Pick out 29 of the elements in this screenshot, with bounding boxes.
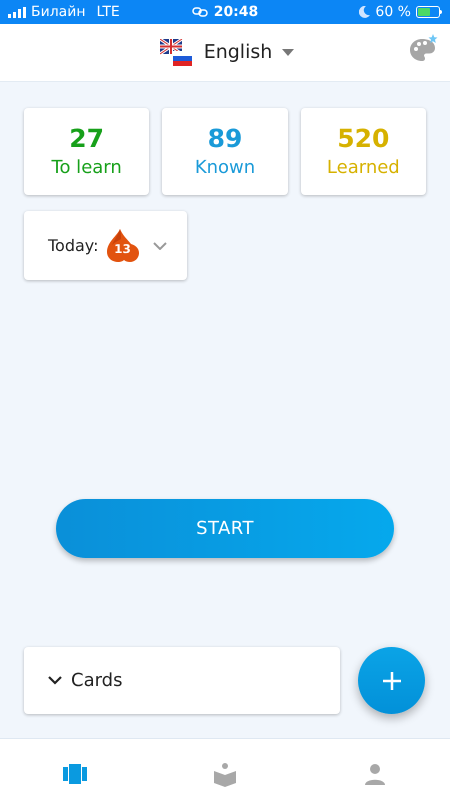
stat-label: Known [194,156,256,180]
network-type: LTE [96,2,120,22]
today-card[interactable]: Today: 13 [24,211,187,280]
dropdown-caret-icon[interactable] [282,49,294,56]
cards-label: Cards [71,669,122,693]
stat-label: To learn [52,156,122,180]
moon-icon [359,6,370,18]
flags-icon [160,38,194,66]
link-icon [192,7,208,17]
stat-count: 89 [208,122,242,154]
stat-label: Learned [326,156,400,180]
battery-percent: 60 % [375,2,411,22]
stat-count: 520 [337,122,390,154]
cards-icon[interactable] [63,763,87,787]
palette-icon[interactable] [408,34,438,64]
streak-badge: 13 [106,228,140,264]
clock-time: 20:48 [214,2,258,22]
today-label: Today: [48,234,98,256]
plus-icon [382,670,402,690]
battery-icon [416,6,442,18]
reading-icon[interactable] [213,763,237,787]
language-selector[interactable]: English [204,38,272,67]
cards-panel[interactable]: Cards [24,647,340,714]
add-button[interactable] [358,647,425,714]
person-icon[interactable] [363,763,387,787]
signal-icon [8,6,26,18]
carrier-name: Билайн [31,2,86,22]
chevron-icon[interactable] [48,676,62,685]
stat-count: 27 [69,122,104,154]
